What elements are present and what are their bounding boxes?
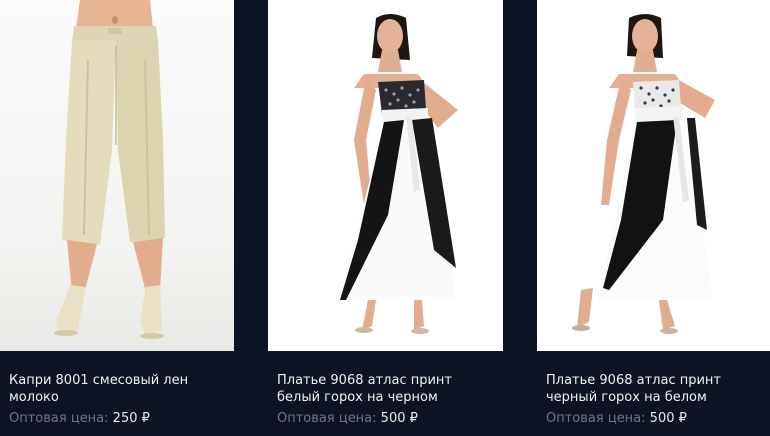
product-info: Капри 8001 смесовый лен молоко Оптовая ц… — [9, 372, 228, 427]
price-value: 500 — [649, 411, 675, 426]
dress-photo — [340, 14, 458, 334]
price-label: Оптовая цена: — [546, 411, 646, 426]
product-title[interactable]: Капри 8001 смесовый лен молоко — [9, 372, 228, 406]
price-label: Оптовая цена: — [277, 411, 377, 426]
product-image[interactable] — [268, 0, 503, 351]
product-info: Платье 9068 атлас принт черный горох на … — [546, 372, 764, 427]
product-info: Платье 9068 атлас принт белый горох на ч… — [277, 372, 497, 427]
dress-photo — [572, 14, 715, 334]
price-value: 250 — [112, 411, 138, 426]
product-title[interactable]: Платье 9068 атлас принт белый горох на ч… — [277, 372, 497, 406]
product-card[interactable]: Платье 9068 атлас принт черный горох на … — [537, 0, 770, 436]
price-row: Оптовая цена: 500 ₽ — [546, 410, 764, 427]
product-title[interactable]: Платье 9068 атлас принт черный горох на … — [546, 372, 764, 406]
product-grid: Капри 8001 смесовый лен молоко Оптовая ц… — [0, 0, 770, 436]
capri-pants-photo — [54, 0, 165, 339]
product-card[interactable]: Платье 9068 атлас принт белый горох на ч… — [268, 0, 503, 436]
product-image[interactable] — [537, 0, 770, 351]
ruble-currency-icon: ₽ — [141, 411, 150, 426]
product-image[interactable] — [0, 0, 234, 351]
price-value: 500 — [380, 411, 406, 426]
price-label: Оптовая цена: — [9, 411, 109, 426]
product-card[interactable]: Капри 8001 смесовый лен молоко Оптовая ц… — [0, 0, 234, 436]
ruble-currency-icon: ₽ — [678, 411, 687, 426]
ruble-currency-icon: ₽ — [409, 411, 418, 426]
price-row: Оптовая цена: 500 ₽ — [277, 410, 497, 427]
price-row: Оптовая цена: 250 ₽ — [9, 410, 228, 427]
